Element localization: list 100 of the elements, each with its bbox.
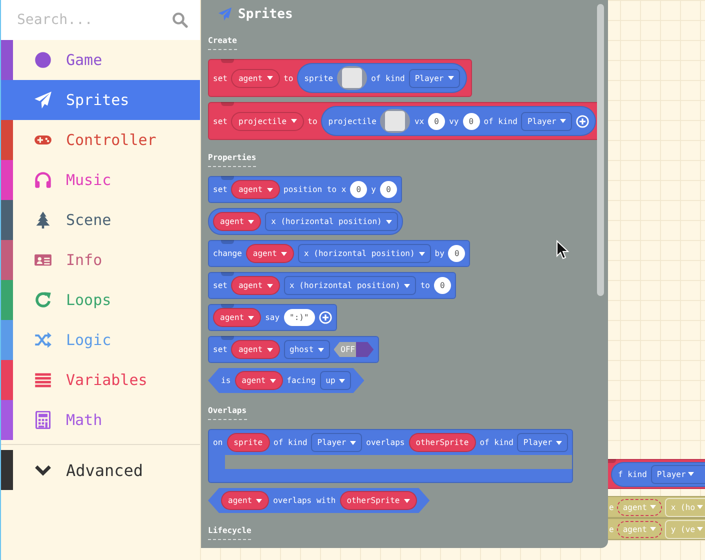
code-block[interactable]: on sprite of kind Player overlaps otherSprite of kind Player xyxy=(208,429,574,483)
reporter-block[interactable]: sprite of kind Player xyxy=(297,63,467,93)
caret-icon xyxy=(350,440,356,444)
category-item[interactable]: Music xyxy=(1,160,200,200)
reporter-block[interactable]: projectile vx 0 vy 0 of kind Player xyxy=(321,106,596,136)
refresh-icon xyxy=(34,291,52,309)
code-block[interactable]: set agent x (horizontal position) to 0 xyxy=(208,272,456,299)
variable-dropdown[interactable]: otherSprite xyxy=(340,491,417,510)
caret-icon xyxy=(650,527,656,531)
cursor-icon xyxy=(556,240,570,260)
text-field[interactable]: ":)" xyxy=(284,309,315,326)
category-item[interactable]: Info xyxy=(1,240,200,280)
number-field[interactable]: 0 xyxy=(380,181,397,198)
list-icon xyxy=(34,371,52,389)
block-label: set xyxy=(213,184,228,195)
code-block[interactable]: agent x (horizontal position) xyxy=(208,208,403,235)
category-item[interactable]: Scene xyxy=(1,200,200,240)
search-field[interactable]: Search... xyxy=(1,0,200,40)
option-dropdown[interactable]: x (horizontal position) xyxy=(284,276,416,295)
circle-icon xyxy=(34,51,52,69)
code-block[interactable]: agent say ":)" xyxy=(208,304,337,331)
block-label: of kind xyxy=(484,116,518,126)
block-label: set xyxy=(213,116,228,126)
code-block[interactable]: change agent x (horizontal position) by 0 xyxy=(208,240,470,267)
category-item[interactable]: Logic xyxy=(1,320,200,360)
image-slot[interactable] xyxy=(380,109,410,133)
block-label: of kind xyxy=(480,437,514,448)
variable-dropdown[interactable]: agent xyxy=(213,308,262,327)
number-field[interactable]: 0 xyxy=(428,112,446,130)
option-dropdown[interactable]: Player xyxy=(521,112,572,130)
variable-dropdown[interactable]: agent xyxy=(231,340,280,359)
category-item[interactable]: Math xyxy=(1,400,200,440)
caret-icon xyxy=(281,252,287,256)
number-field[interactable]: 0 xyxy=(350,181,368,198)
code-block[interactable]: set agent position to x 0 y 0 xyxy=(208,176,402,203)
scrollbar[interactable] xyxy=(597,4,604,296)
section-heading: Lifecycle xyxy=(208,526,252,540)
option-dropdown[interactable]: Player xyxy=(408,68,460,88)
number-field[interactable]: 0 xyxy=(448,245,466,262)
variable-dropdown[interactable]: agent xyxy=(231,68,280,88)
option-dropdown[interactable]: Player xyxy=(650,464,705,484)
category-item[interactable]: Advanced xyxy=(1,450,200,490)
block-label: e xyxy=(609,502,614,512)
block-label: is xyxy=(221,375,231,386)
option-dropdown[interactable]: Player xyxy=(311,433,362,452)
category-item[interactable]: Controller xyxy=(1,120,200,160)
variable-dropdown[interactable]: agent xyxy=(231,276,280,295)
category-item[interactable]: Variables xyxy=(1,360,200,400)
caret-icon xyxy=(697,527,704,531)
variable-dropdown[interactable]: agent xyxy=(246,244,294,263)
variable-dropdown[interactable]: agent xyxy=(213,212,262,231)
caret-icon xyxy=(688,472,694,476)
caret-icon xyxy=(556,440,562,444)
caret-icon xyxy=(248,316,254,320)
variable-dropdown[interactable]: agent xyxy=(231,180,280,199)
variable-dropdown[interactable]: projectile xyxy=(231,112,304,130)
block-label: on xyxy=(213,437,223,448)
caret-icon xyxy=(248,220,254,224)
shuffle-icon xyxy=(34,331,52,349)
option-dropdown[interactable]: Player xyxy=(517,433,568,452)
calculator-icon xyxy=(34,411,52,429)
block-label: of kind xyxy=(371,72,405,84)
option-dropdown[interactable]: ghost xyxy=(284,340,330,359)
parameter-pill[interactable]: sprite xyxy=(226,433,270,452)
category-item[interactable]: Game xyxy=(1,40,200,80)
option-dropdown[interactable]: x (horizontal position) xyxy=(298,244,431,263)
plus-icon xyxy=(576,114,590,128)
variable-dropdown[interactable]: agent xyxy=(234,371,283,390)
block-label: vy xyxy=(449,116,459,126)
parameter-pill[interactable]: otherSprite xyxy=(408,433,476,452)
paper-plane-icon xyxy=(34,91,52,109)
caret-icon xyxy=(318,348,324,352)
reporter-block[interactable]: f kind Player xyxy=(611,462,705,486)
code-block[interactable]: set agent ghost OFF xyxy=(208,336,379,363)
caret-icon xyxy=(650,505,656,509)
caret-icon xyxy=(270,378,276,382)
headphones-icon xyxy=(34,171,52,189)
code-block[interactable]: agent overlaps with otherSprite xyxy=(208,488,430,513)
block-label: projectile xyxy=(328,116,376,126)
number-field[interactable]: 0 xyxy=(434,277,451,294)
block-label: vx xyxy=(414,116,424,126)
block-label: set xyxy=(213,344,228,355)
option-dropdown[interactable]: x (horizontal position) xyxy=(265,212,398,231)
option-dropdown[interactable]: up xyxy=(320,371,352,390)
category-item[interactable]: Loops xyxy=(1,280,200,320)
section-heading: Properties xyxy=(208,153,256,167)
number-field[interactable]: 0 xyxy=(462,112,480,130)
caret-icon xyxy=(256,498,262,502)
code-block[interactable]: is agent facing up xyxy=(208,368,364,393)
flyout-title: Sprites xyxy=(238,6,293,22)
toggle-switch[interactable]: OFF xyxy=(334,342,374,357)
block-label: e xyxy=(609,524,614,534)
block-label: to xyxy=(308,116,318,126)
code-block[interactable]: set agent to sprite of kind Player xyxy=(208,59,472,97)
block-label: y xyxy=(371,184,376,195)
variable-dropdown[interactable]: agent xyxy=(221,491,270,510)
block-label: change xyxy=(213,248,242,259)
image-slot[interactable] xyxy=(337,66,368,90)
block-label: to xyxy=(284,72,294,84)
caret-icon xyxy=(697,505,704,509)
